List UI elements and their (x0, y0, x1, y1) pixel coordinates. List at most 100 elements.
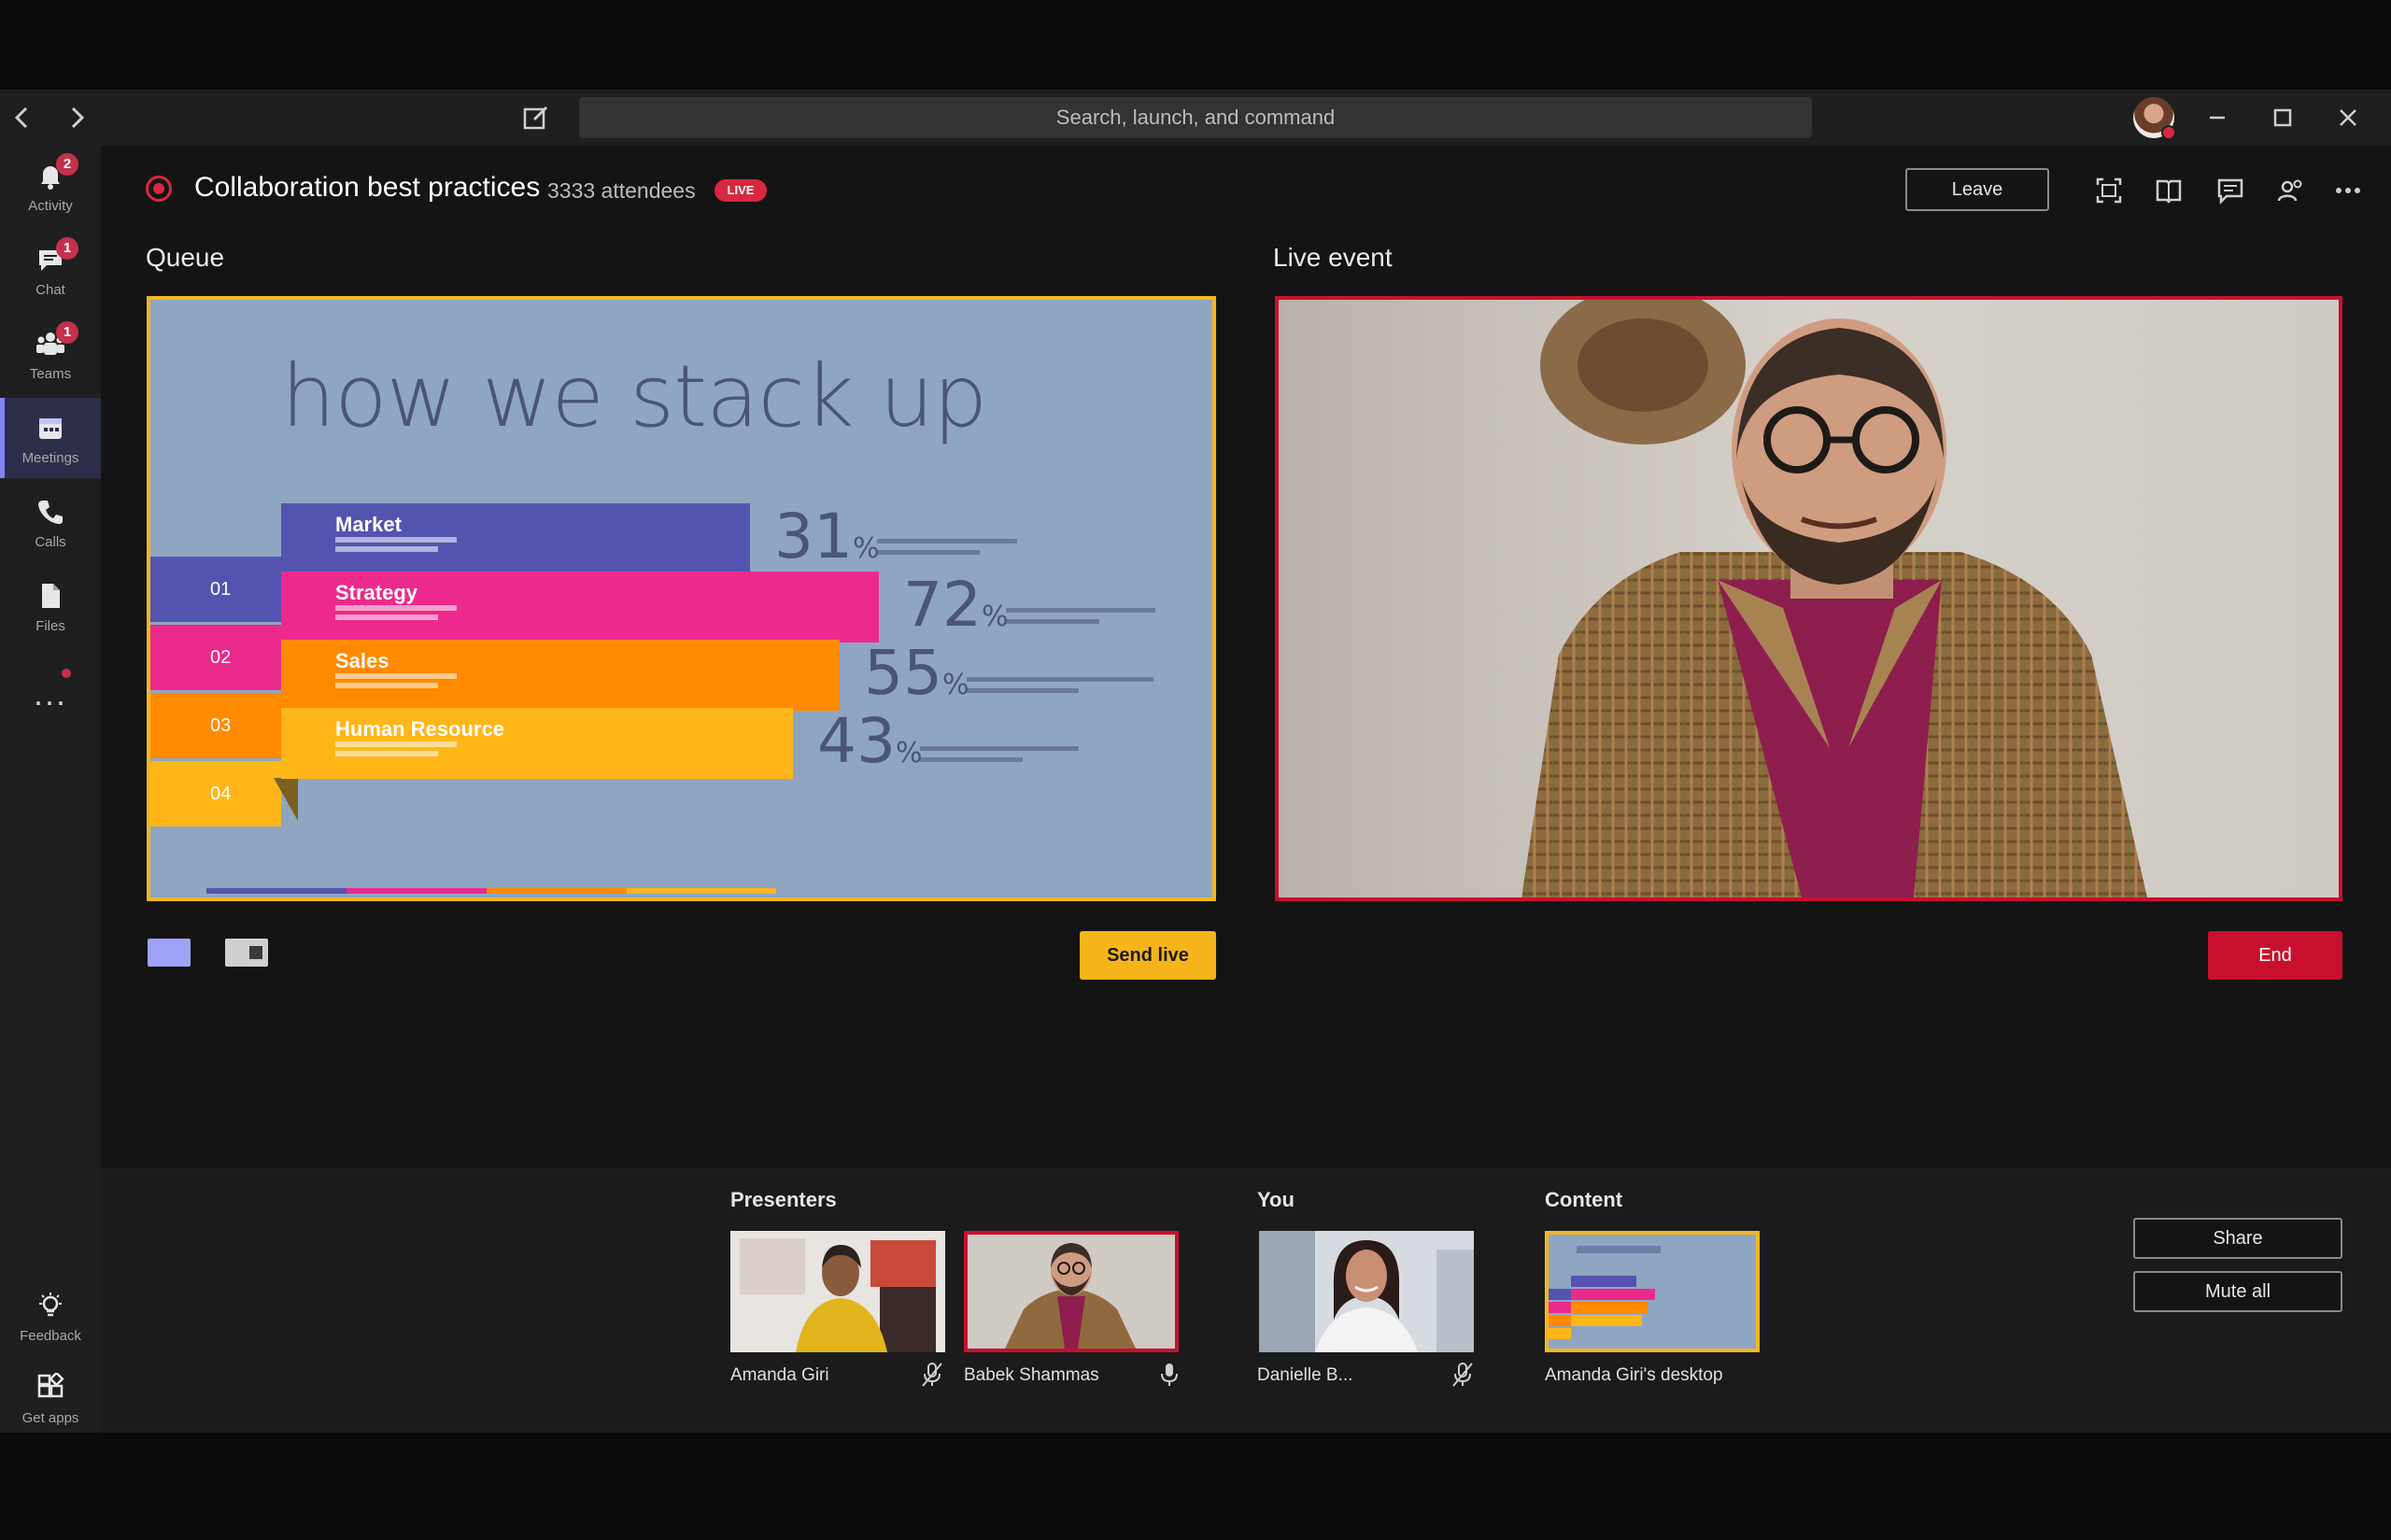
rail-item-feedback[interactable]: Feedback (0, 1276, 101, 1356)
slide-progress-segment (206, 888, 347, 894)
queue-preview[interactable]: how we stack up 01 02 03 04 Market Strat… (147, 296, 1216, 901)
rail-item-files[interactable]: Files (0, 566, 101, 646)
rail-item-teams[interactable]: 1 Teams (0, 314, 101, 394)
lightbulb-icon (35, 1291, 65, 1321)
close-icon[interactable] (2331, 101, 2365, 134)
chevron-left-icon[interactable] (7, 103, 37, 133)
apps-icon (35, 1371, 65, 1403)
pct-human-resource: 43% (817, 705, 923, 777)
rail-item-label: Get apps (21, 1410, 79, 1426)
bar-caption (335, 751, 438, 756)
send-live-button[interactable]: Send live (1080, 931, 1216, 980)
attendee-count: 3333 attendees (547, 178, 696, 203)
teams-badge: 1 (56, 321, 78, 344)
mic-icon[interactable] (1158, 1362, 1181, 1388)
search-input[interactable]: Search, launch, and command (579, 97, 1812, 138)
row-number: 04 (150, 761, 281, 827)
layout-side-by-side-button[interactable] (225, 939, 268, 967)
bar-market: Market (281, 503, 750, 574)
live-event-label: Live event (1273, 243, 1393, 272)
rail-item-get-apps[interactable]: Get apps (0, 1358, 101, 1438)
share-button[interactable]: Share (2133, 1218, 2342, 1259)
presenter-video-image (968, 1235, 1175, 1349)
pct-unit: % (852, 532, 880, 565)
slide-progress-segment (627, 888, 776, 894)
live-badge: LIVE (714, 179, 767, 202)
compose-icon[interactable] (521, 103, 551, 133)
mic-off-icon[interactable] (921, 1362, 943, 1388)
pct-caption (877, 550, 980, 555)
participants-icon[interactable] (2275, 176, 2305, 205)
pct-caption (877, 539, 1017, 544)
row-number: 03 (150, 693, 281, 758)
event-title: Collaboration best practices (194, 172, 541, 203)
live-event-video[interactable] (1275, 296, 2342, 901)
bar-caption (335, 742, 457, 747)
rail-item-label: Teams (29, 366, 72, 382)
maximize-icon[interactable] (2266, 101, 2299, 134)
end-button[interactable]: End (2208, 931, 2342, 980)
presenter-name: Amanda Giri (730, 1365, 829, 1385)
file-icon (35, 581, 65, 611)
pct-value: 55 (864, 637, 942, 709)
slide-progress-segment (487, 888, 627, 894)
status-dot (2161, 125, 2176, 140)
content-thumbnail[interactable] (1545, 1231, 1760, 1352)
you-video-image (1259, 1231, 1474, 1352)
chevron-right-icon[interactable] (62, 103, 92, 133)
bar-sales: Sales (281, 640, 840, 711)
ribbon-fold (274, 778, 298, 821)
presenter-thumbnail[interactable] (730, 1231, 945, 1352)
bar-strategy: Strategy (281, 572, 879, 643)
mute-all-button[interactable]: Mute all (2133, 1271, 2342, 1312)
queue-label: Queue (146, 243, 225, 272)
bar-label: Human Resource (335, 717, 504, 741)
bar-human-resource: Human Resource (281, 708, 793, 779)
you-thumbnail[interactable] (1259, 1231, 1474, 1352)
more-options-icon[interactable] (2333, 176, 2363, 205)
app-rail: 2 Activity 1 Chat 1 Teams Meetings Calls… (0, 146, 101, 1433)
presenters-label: Presenters (730, 1188, 837, 1211)
pct-value: 72 (903, 569, 982, 641)
rail-item-label: Calls (35, 534, 66, 550)
bar-label: Strategy (335, 581, 418, 604)
pct-sales: 55% (864, 637, 969, 709)
layout-content-only-button[interactable] (148, 939, 191, 967)
pct-caption (1006, 619, 1099, 624)
content-name: Amanda Giri's desktop (1545, 1365, 1723, 1385)
bar-label: Market (335, 513, 402, 536)
avatar[interactable] (2133, 97, 2176, 140)
rail-item-label: Activity (28, 198, 73, 214)
presenter-video-image (730, 1231, 945, 1352)
rail-item-activity[interactable]: 2 Activity (0, 146, 101, 226)
rail-item-label: Chat (35, 282, 65, 298)
minimize-icon[interactable] (2200, 101, 2234, 134)
pct-caption (967, 677, 1153, 682)
leave-button[interactable]: Leave (1905, 168, 2049, 211)
rail-item-calls[interactable]: Calls (0, 482, 101, 562)
record-icon (146, 176, 172, 202)
bar-caption (335, 615, 438, 620)
pct-market: 31% (774, 501, 880, 572)
pct-unit: % (895, 737, 923, 770)
rail-item-chat[interactable]: 1 Chat (0, 230, 101, 310)
focus-icon[interactable] (2094, 176, 2124, 205)
chat-icon[interactable] (2215, 176, 2245, 205)
pct-unit: % (941, 669, 969, 701)
more-apps-icon[interactable]: ... (28, 677, 73, 711)
pct-caption (967, 688, 1079, 693)
slide-title: how we stack up (281, 346, 987, 446)
pct-caption (920, 757, 1023, 762)
row-number: 02 (150, 625, 281, 690)
bar-label: Sales (335, 649, 389, 672)
bar-caption (335, 673, 457, 679)
mic-off-icon[interactable] (1451, 1362, 1474, 1388)
bar-caption (335, 605, 457, 611)
rail-item-meetings[interactable]: Meetings (0, 398, 101, 478)
notes-icon[interactable] (2154, 176, 2184, 205)
you-name: Danielle B... (1257, 1365, 1353, 1385)
presenter-thumbnail[interactable] (964, 1231, 1179, 1352)
content-label: Content (1545, 1188, 1623, 1211)
calendar-icon (35, 413, 65, 443)
bar-caption (335, 683, 438, 688)
